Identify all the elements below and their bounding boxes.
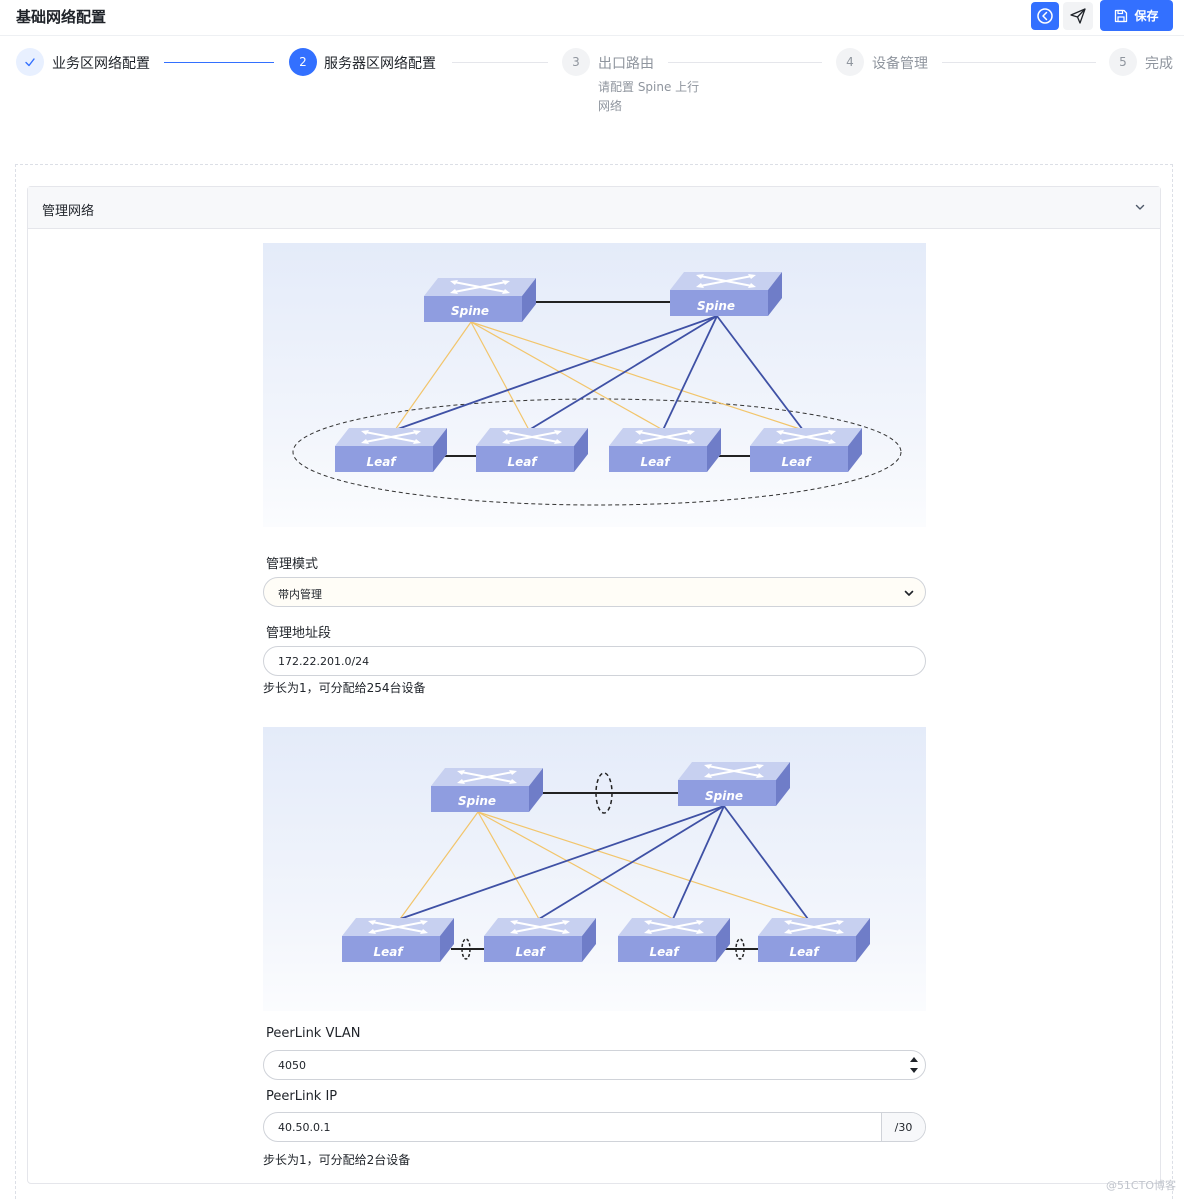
step-3-description: 请配置 Spine 上行网络: [598, 80, 700, 113]
panel-header[interactable]: 管理网络: [28, 187, 1160, 229]
step-5-label: 完成: [1145, 56, 1173, 72]
svg-text:Spine: Spine: [697, 299, 735, 313]
step-progress: 业务区网络配置 2 服务器区网络配置 3 出口路由 请配置 Spine 上行网络…: [0, 46, 1184, 126]
mgmt-mode-select[interactable]: 带内管理: [263, 577, 926, 607]
svg-text:Leaf: Leaf: [789, 945, 820, 959]
step-3-index: 3: [562, 48, 590, 76]
step-connector-4: [942, 62, 1096, 63]
peerlink-vlan-input[interactable]: 4050: [263, 1050, 926, 1080]
spine-switch-1: Spine: [423, 277, 537, 323]
peerlink-ip-label: PeerLink IP: [266, 1089, 338, 1104]
header-bar: 基础网络配置 保存: [0, 0, 1184, 36]
leaf-switch-4: Leaf: [757, 917, 871, 963]
step-connector-3: [668, 62, 822, 63]
svg-text:Leaf: Leaf: [649, 945, 680, 959]
peerlink-ip-input[interactable]: 40.50.0.1 /30: [263, 1112, 926, 1142]
step-connector-1: [164, 62, 274, 63]
save-button[interactable]: 保存: [1100, 0, 1173, 31]
step-2-label: 服务器区网络配置: [324, 56, 436, 72]
peerlink-ip-value: 40.50.0.1: [278, 1121, 331, 1134]
leaf-switch-4: Leaf: [749, 427, 863, 473]
step-1-label: 业务区网络配置: [52, 56, 150, 72]
peerlink-vlan-label: PeerLink VLAN: [266, 1026, 361, 1041]
mgmt-mode-value: 带内管理: [278, 588, 322, 601]
leaf-switch-3: Leaf: [608, 427, 722, 473]
circle-arrow-left-icon: [1037, 8, 1053, 24]
svg-text:Leaf: Leaf: [366, 455, 397, 469]
chevron-down-icon[interactable]: [1134, 201, 1146, 213]
watermark: @51CTO博客: [1105, 1179, 1176, 1192]
send-icon: [1070, 8, 1086, 24]
step-3-label: 出口路由: [598, 56, 654, 72]
leaf-switch-1: Leaf: [334, 427, 448, 473]
save-button-label: 保存: [1134, 9, 1159, 23]
svg-text:Leaf: Leaf: [781, 455, 812, 469]
peerlink-vlan-value: 4050: [278, 1059, 306, 1072]
step-connector-2: [452, 62, 548, 63]
step-5-index: 5: [1109, 48, 1137, 76]
step-2-index: 2: [289, 48, 317, 76]
mgmt-addr-value: 172.22.201.0/24: [278, 655, 370, 668]
svg-text:Leaf: Leaf: [373, 945, 404, 959]
leaf-switch-2: Leaf: [483, 917, 597, 963]
spine-switch-1: Spine: [430, 767, 544, 813]
mgmt-mode-label: 管理模式: [266, 557, 319, 572]
svg-text:Spine: Spine: [458, 794, 496, 808]
step-4-index: 4: [836, 48, 864, 76]
step-1-done-icon: [16, 48, 44, 76]
management-topology-diagram: Spine Spine Leaf Leaf Leaf Leaf: [263, 243, 926, 527]
number-stepper-icon[interactable]: [909, 1054, 919, 1076]
back-button[interactable]: [1031, 2, 1059, 30]
mgmt-addr-label: 管理地址段: [266, 626, 332, 641]
step-4-label: 设备管理: [872, 56, 928, 72]
mgmt-addr-hint: 步长为1，可分配给254台设备: [263, 681, 426, 695]
leaf-switch-1: Leaf: [341, 917, 455, 963]
spine-switch-2: Spine: [669, 271, 783, 317]
peerlink-ip-suffix: /30: [881, 1113, 925, 1141]
panel-title: 管理网络: [42, 204, 95, 219]
chevron-down-icon: [904, 590, 914, 596]
peerlink-topology-diagram: Spine Spine Leaf Leaf Leaf Leaf: [263, 727, 926, 1011]
page-title: 基础网络配置: [16, 8, 107, 26]
svg-text:Spine: Spine: [705, 789, 743, 803]
floppy-disk-icon: [1115, 9, 1128, 22]
svg-text:Spine: Spine: [451, 304, 489, 318]
leaf-switch-3: Leaf: [617, 917, 731, 963]
mgmt-addr-input[interactable]: 172.22.201.0/24: [263, 646, 926, 676]
spine-switch-2: Spine: [677, 761, 791, 807]
peerlink-ip-hint: 步长为1，可分配给2台设备: [263, 1153, 411, 1167]
svg-text:Leaf: Leaf: [515, 945, 546, 959]
leaf-switch-2: Leaf: [475, 427, 589, 473]
svg-text:Leaf: Leaf: [507, 455, 538, 469]
send-button[interactable]: [1063, 2, 1093, 30]
svg-text:Leaf: Leaf: [640, 455, 671, 469]
